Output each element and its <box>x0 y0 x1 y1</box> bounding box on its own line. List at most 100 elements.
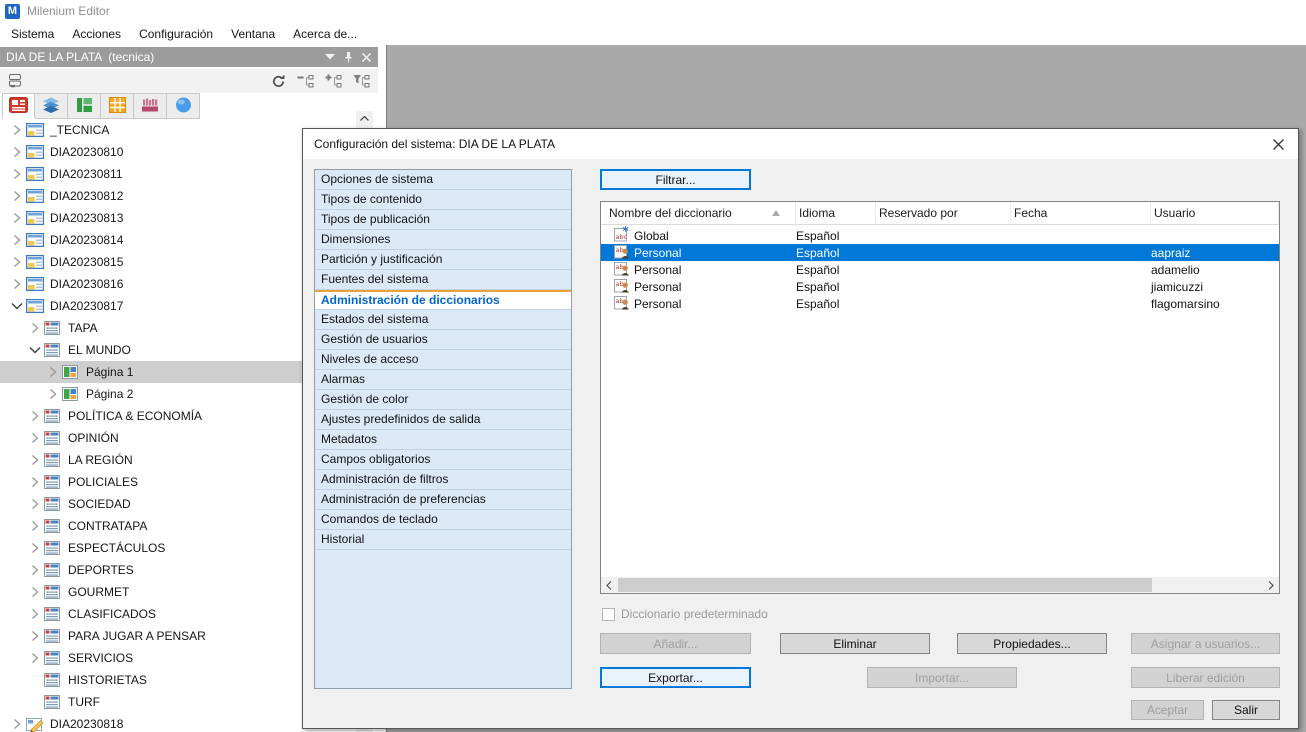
eliminar-button[interactable]: Eliminar <box>780 633 930 654</box>
column-header-usuario[interactable]: Usuario <box>1151 202 1279 224</box>
column-header-reservado-por[interactable]: Reservado por <box>876 202 1011 224</box>
panel-close-icon[interactable] <box>362 53 371 62</box>
nav-item-fuentes-del-sistema[interactable]: Fuentes del sistema <box>315 270 571 290</box>
expand-tree-icon[interactable] <box>325 74 342 89</box>
nav-item-niveles-de-acceso[interactable]: Niveles de acceso <box>315 350 571 370</box>
chevron-right-icon[interactable] <box>8 124 26 136</box>
asignar-a-usuarios-button[interactable]: Asignar a usuarios... <box>1131 633 1280 654</box>
menu-configuracion[interactable]: Configuración <box>130 23 222 45</box>
menu-acciones[interactable]: Acciones <box>63 23 130 45</box>
panel-tab-newspaper[interactable] <box>2 93 35 119</box>
structure-icon <box>76 97 93 116</box>
nav-item-alarmas[interactable]: Alarmas <box>315 370 571 390</box>
chevron-right-icon[interactable] <box>8 718 26 730</box>
nav-item-estados-del-sistema[interactable]: Estados del sistema <box>315 310 571 330</box>
chevron-right-icon[interactable] <box>8 146 26 158</box>
chevron-right-icon[interactable] <box>8 234 26 246</box>
tree-item-label: LA REGIÓN <box>66 453 133 467</box>
propiedades-button[interactable]: Propiedades... <box>957 633 1107 654</box>
stack-icon[interactable] <box>7 73 23 89</box>
scroll-right-icon[interactable] <box>1263 577 1279 593</box>
chevron-right-icon[interactable] <box>26 432 44 444</box>
chevron-right-icon[interactable] <box>26 652 44 664</box>
chevron-right-icon[interactable] <box>8 212 26 224</box>
chevron-right-icon[interactable] <box>26 454 44 466</box>
importar-button[interactable]: Importar... <box>867 667 1017 688</box>
panel-tab-structure[interactable] <box>68 93 101 119</box>
scroll-up-icon[interactable] <box>356 111 373 126</box>
diccionario-predeterminado-checkbox[interactable]: Diccionario predeterminado <box>602 607 768 621</box>
nav-item-tipos-de-publicacion[interactable]: Tipos de publicación <box>315 210 571 230</box>
chevron-right-icon[interactable] <box>26 608 44 620</box>
nav-item-administracion-de-preferencias[interactable]: Administración de preferencias <box>315 490 571 510</box>
exportar-button[interactable]: Exportar... <box>600 667 751 688</box>
dictionary-name: Personal <box>634 280 681 294</box>
chevron-right-icon[interactable] <box>8 168 26 180</box>
panel-tab-ruler[interactable] <box>134 93 167 119</box>
nav-item-campos-obligatorios[interactable]: Campos obligatorios <box>315 450 571 470</box>
nav-item-particion-y-justificacion[interactable]: Partición y justificación <box>315 250 571 270</box>
column-header-idioma[interactable]: Idioma <box>796 202 876 224</box>
chevron-right-icon[interactable] <box>44 366 62 378</box>
liberar-edicion-button[interactable]: Liberar edición <box>1131 667 1280 688</box>
nav-item-metadatos[interactable]: Metadatos <box>315 430 571 450</box>
nav-item-opciones-de-sistema[interactable]: Opciones de sistema <box>315 170 571 190</box>
salir-button[interactable]: Salir <box>1212 700 1280 720</box>
chevron-right-icon[interactable] <box>26 564 44 576</box>
filter-tree-icon[interactable] <box>353 74 370 89</box>
collapse-tree-icon[interactable] <box>297 74 314 89</box>
column-header-nombre-del-diccionario[interactable]: Nombre del diccionario <box>601 202 796 224</box>
chevron-right-icon[interactable] <box>26 322 44 334</box>
menu-ventana[interactable]: Ventana <box>222 23 284 45</box>
panel-header[interactable]: DIA DE LA PLATA (tecnica) <box>0 47 378 67</box>
filtrar-button[interactable]: Filtrar... <box>600 169 751 190</box>
chevron-down-icon[interactable] <box>8 302 26 310</box>
nav-item-administracion-de-diccionarios[interactable]: Administración de diccionarios <box>315 290 571 310</box>
panel-pin-icon[interactable] <box>344 52 353 63</box>
menu-sistema[interactable]: Sistema <box>2 23 63 45</box>
panel-tab-grid[interactable] <box>101 93 134 119</box>
chevron-right-icon[interactable] <box>26 476 44 488</box>
panel-tab-layers[interactable] <box>35 93 68 119</box>
table-row-personal-jiamicuzzi[interactable]: abPersonalEspañoljiamicuzzi <box>601 278 1279 295</box>
column-header-fecha[interactable]: Fecha <box>1011 202 1151 224</box>
menu-acerca-de[interactable]: Acerca de... <box>284 23 366 45</box>
scroll-left-icon[interactable] <box>601 577 617 593</box>
table-row-personal-flagomarsino[interactable]: abPersonalEspañolflagomarsino <box>601 295 1279 312</box>
nav-item-historial[interactable]: Historial <box>315 530 571 550</box>
section-icon <box>44 563 66 577</box>
nav-item-comandos-de-teclado[interactable]: Comandos de teclado <box>315 510 571 530</box>
panel-tab-sphere[interactable] <box>167 93 200 119</box>
chevron-right-icon[interactable] <box>8 256 26 268</box>
table-row-personal-adamelio[interactable]: abPersonalEspañoladamelio <box>601 261 1279 278</box>
nav-item-gestion-de-usuarios[interactable]: Gestión de usuarios <box>315 330 571 350</box>
table-horizontal-scrollbar[interactable] <box>601 577 1279 593</box>
table-row-global[interactable]: abc*GlobalEspañol <box>601 227 1279 244</box>
chevron-right-icon[interactable] <box>26 542 44 554</box>
chevron-right-icon[interactable] <box>26 520 44 532</box>
nav-item-dimensiones[interactable]: Dimensiones <box>315 230 571 250</box>
scrollbar-thumb[interactable] <box>618 578 1152 592</box>
table-row-personal-aapraiz[interactable]: abPersonalEspañolaapraiz <box>601 244 1279 261</box>
chevron-right-icon[interactable] <box>44 388 62 400</box>
tree-item-label: CLASIFICADOS <box>66 607 156 621</box>
dialog-title-bar[interactable]: Configuración del sistema: DIA DE LA PLA… <box>303 129 1298 159</box>
chevron-right-icon[interactable] <box>26 410 44 422</box>
chevron-right-icon[interactable] <box>26 498 44 510</box>
section-icon <box>44 541 66 555</box>
chevron-right-icon[interactable] <box>8 190 26 202</box>
checkbox-box[interactable] <box>602 608 615 621</box>
chevron-right-icon[interactable] <box>26 630 44 642</box>
anadir-button[interactable]: Añadir... <box>600 633 751 654</box>
panel-chevron-down-icon[interactable] <box>325 54 335 60</box>
nav-item-tipos-de-contenido[interactable]: Tipos de contenido <box>315 190 571 210</box>
chevron-down-icon[interactable] <box>26 346 44 354</box>
chevron-right-icon[interactable] <box>8 278 26 290</box>
chevron-right-icon[interactable] <box>26 586 44 598</box>
aceptar-button[interactable]: Aceptar <box>1131 700 1204 720</box>
nav-item-ajustes-predefinidos-de-salida[interactable]: Ajustes predefinidos de salida <box>315 410 571 430</box>
refresh-icon[interactable] <box>271 74 286 89</box>
nav-item-administracion-de-filtros[interactable]: Administración de filtros <box>315 470 571 490</box>
dialog-close-icon[interactable] <box>1270 136 1287 153</box>
nav-item-gestion-de-color[interactable]: Gestión de color <box>315 390 571 410</box>
